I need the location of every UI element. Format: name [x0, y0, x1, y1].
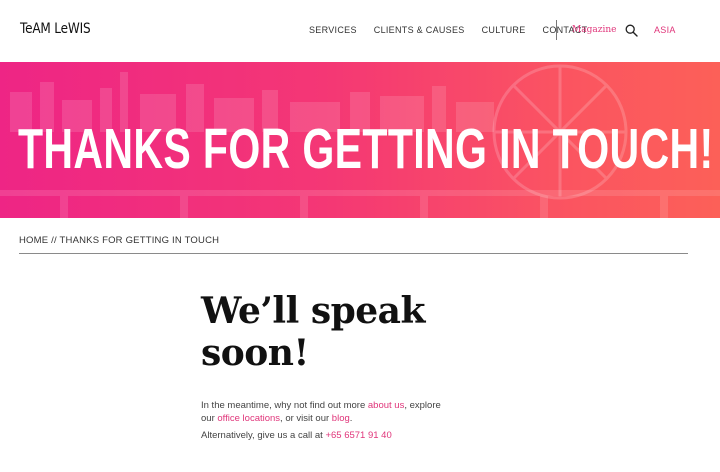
- phone-link[interactable]: +65 6571 91 40: [325, 430, 391, 441]
- intro-text-1: In the meantime, why not find out more: [201, 400, 368, 411]
- intro-paragraph: In the meantime, why not find out more a…: [201, 400, 451, 425]
- intro-text-3: , or visit our: [280, 412, 332, 424]
- blog-link[interactable]: blog: [332, 413, 350, 424]
- call-text: Alternatively, give us a call at: [201, 430, 326, 441]
- headline-line-2: soon!: [201, 332, 309, 374]
- site-header: TeAM LeWIS SERVICES CLIENTS & CAUSES CUL…: [0, 0, 720, 62]
- breadcrumb: HOME // THANKS FOR GETTING IN TOUCH: [19, 235, 219, 246]
- nav-magazine[interactable]: Magazine: [572, 25, 616, 35]
- breadcrumb-divider: [19, 253, 688, 254]
- breadcrumb-home[interactable]: HOME: [19, 235, 48, 246]
- office-locations-link[interactable]: office locations: [217, 413, 280, 424]
- search-icon[interactable]: [625, 24, 638, 37]
- call-paragraph: Alternatively, give us a call at +65 657…: [201, 430, 451, 443]
- intro-text-4: .: [349, 412, 353, 424]
- nav-divider: [556, 20, 557, 40]
- nav-culture[interactable]: CULTURE: [482, 25, 526, 35]
- breadcrumb-current: THANKS FOR GETTING IN TOUCH: [59, 235, 220, 246]
- nav-services[interactable]: SERVICES: [309, 25, 357, 35]
- page-headline: We’ll speak soon!: [201, 290, 501, 374]
- nav-clients-causes[interactable]: CLIENTS & CAUSES: [374, 25, 465, 35]
- breadcrumb-separator: //: [48, 235, 60, 246]
- about-us-link[interactable]: about us: [368, 400, 404, 411]
- main-nav: SERVICES CLIENTS & CAUSES CULTURE CONTAC…: [309, 25, 604, 35]
- headline-line-1: We’ll speak: [201, 290, 425, 332]
- region-selector[interactable]: ASIA: [654, 25, 676, 35]
- team-lewis-logo[interactable]: TeAM LeWIS: [20, 21, 91, 37]
- hero-banner: THANKS FOR GETTING IN TOUCH!: [0, 62, 720, 218]
- hero-title: THANKS FOR GETTING IN TOUCH!: [18, 117, 714, 181]
